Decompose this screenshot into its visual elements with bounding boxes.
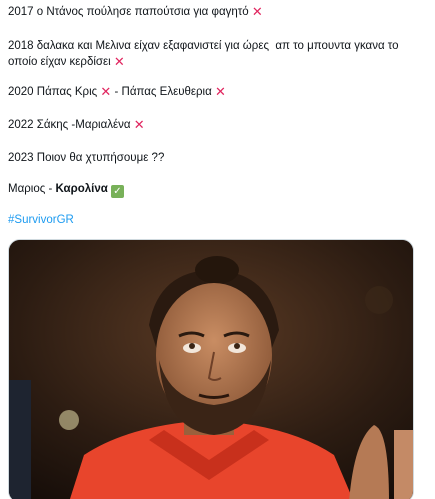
tweet-line-2018: 2018 δαλακα και Μελινα είχαν εξαφανιστεί… bbox=[8, 38, 413, 70]
tweet-line-2017: 2017 ο Ντάνος πούλησε παπούτσια για φαγη… bbox=[8, 4, 263, 20]
check-mark-icon: ✓ bbox=[111, 185, 124, 198]
tweet-body: 2017 ο Ντάνος πούλησε παπούτσια για φαγη… bbox=[0, 0, 435, 499]
hashtag-link[interactable]: #SurvivorGR bbox=[8, 214, 74, 226]
line-text: Μαριος - bbox=[8, 183, 56, 195]
tweet-photo[interactable] bbox=[8, 239, 414, 499]
line-text: 2017 ο Ντάνος πούλησε παπούτσια για φαγη… bbox=[8, 6, 252, 18]
cross-mark-icon: ✕ bbox=[214, 84, 226, 99]
cross-mark-icon: ✕ bbox=[113, 54, 125, 69]
tweet-line-2022: 2022 Σάκης -Μαριαλένα ✕ bbox=[8, 117, 145, 133]
tweet-line-2020: 2020 Πάπας Κρις ✕ - Πάπας Ελευθερια ✕ bbox=[8, 84, 226, 100]
line-text: 2022 Σάκης -Μαριαλένα bbox=[8, 119, 134, 131]
line-text: 2018 δαλακα και Μελινα είχαν εξαφανιστεί… bbox=[8, 40, 402, 68]
hashtag-line: #SurvivorGR bbox=[8, 212, 74, 228]
line-text: 2020 Πάπας Κρις bbox=[8, 86, 101, 98]
line-text: 2023 Ποιον θα χτυπήσουμε ?? bbox=[8, 152, 165, 164]
tweet-line-marios: Μαριος - Καρολίνα ✓ bbox=[8, 181, 124, 198]
line-text-bold: Καρολίνα bbox=[55, 183, 108, 195]
tweet-line-2023: 2023 Ποιον θα χτυπήσουμε ?? bbox=[8, 150, 164, 166]
cross-mark-icon: ✕ bbox=[100, 84, 112, 99]
line-text: - Πάπας Ελευθερια bbox=[111, 86, 215, 98]
cross-mark-icon: ✕ bbox=[251, 4, 263, 19]
photo-illustration bbox=[9, 240, 413, 499]
cross-mark-icon: ✕ bbox=[133, 117, 145, 132]
